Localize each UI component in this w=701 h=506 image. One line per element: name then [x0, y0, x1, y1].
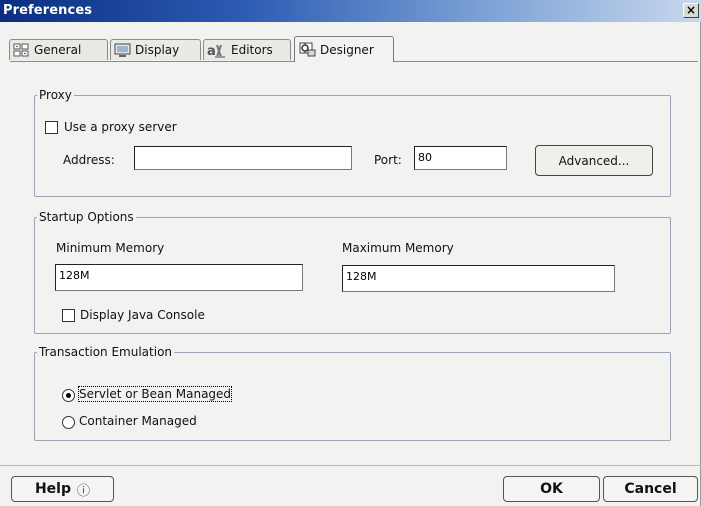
- tab-general-label: General: [34, 43, 82, 57]
- proxy-group: Proxy: [34, 88, 671, 197]
- minimum-memory-label: Minimum Memory: [56, 241, 165, 255]
- maximum-memory-input[interactable]: 128M: [342, 265, 615, 292]
- servlet-bean-managed-radio[interactable]: [62, 389, 75, 402]
- java-console-label: Display Java Console: [80, 308, 205, 322]
- title-bar[interactable]: Preferences ×: [0, 0, 701, 22]
- tab-general[interactable]: General: [9, 39, 108, 60]
- java-console-checkbox[interactable]: [62, 309, 75, 322]
- servlet-bean-managed-label: Servlet or Bean Managed: [77, 386, 233, 402]
- startup-legend: Startup Options: [39, 210, 134, 224]
- advanced-button[interactable]: Advanced...: [535, 145, 653, 176]
- tab-editors-label: Editors: [231, 43, 273, 57]
- display-icon: [114, 43, 131, 58]
- port-input[interactable]: 80: [414, 146, 507, 170]
- container-managed-radio[interactable]: [62, 416, 75, 429]
- tab-display[interactable]: Display: [110, 39, 201, 60]
- port-label: Port:: [374, 153, 402, 167]
- preferences-dialog: Preferences × General Display a Editors …: [0, 0, 701, 506]
- use-proxy-label: Use a proxy server: [64, 120, 177, 134]
- tab-editors[interactable]: a Editors: [203, 39, 291, 60]
- maximum-memory-label: Maximum Memory: [342, 241, 454, 255]
- general-icon: [13, 43, 30, 58]
- close-icon: ×: [685, 3, 697, 17]
- ok-button[interactable]: OK: [503, 476, 600, 502]
- help-label: Help: [34, 481, 72, 497]
- footer-separator: [0, 465, 701, 466]
- help-button[interactable]: Help ⓘ: [11, 476, 114, 502]
- cancel-button[interactable]: Cancel: [603, 476, 698, 502]
- help-icon: ⓘ: [77, 483, 91, 499]
- address-label: Address:: [63, 153, 115, 167]
- proxy-legend: Proxy: [39, 88, 72, 102]
- svg-text:a: a: [207, 44, 216, 59]
- use-proxy-checkbox[interactable]: [45, 121, 58, 134]
- tab-designer-label: Designer: [320, 42, 374, 57]
- editors-icon: a: [207, 43, 227, 59]
- minimum-memory-input[interactable]: 128M: [55, 264, 303, 291]
- tab-bar: General Display a Editors Designer: [0, 24, 701, 62]
- tab-display-label: Display: [135, 43, 180, 57]
- address-input[interactable]: [134, 146, 352, 170]
- designer-icon: [299, 42, 316, 57]
- transaction-legend: Transaction Emulation: [39, 345, 173, 359]
- window-title: Preferences: [3, 3, 93, 18]
- tab-designer[interactable]: Designer: [294, 36, 394, 62]
- close-button[interactable]: ×: [683, 3, 699, 18]
- container-managed-label: Container Managed: [79, 414, 197, 428]
